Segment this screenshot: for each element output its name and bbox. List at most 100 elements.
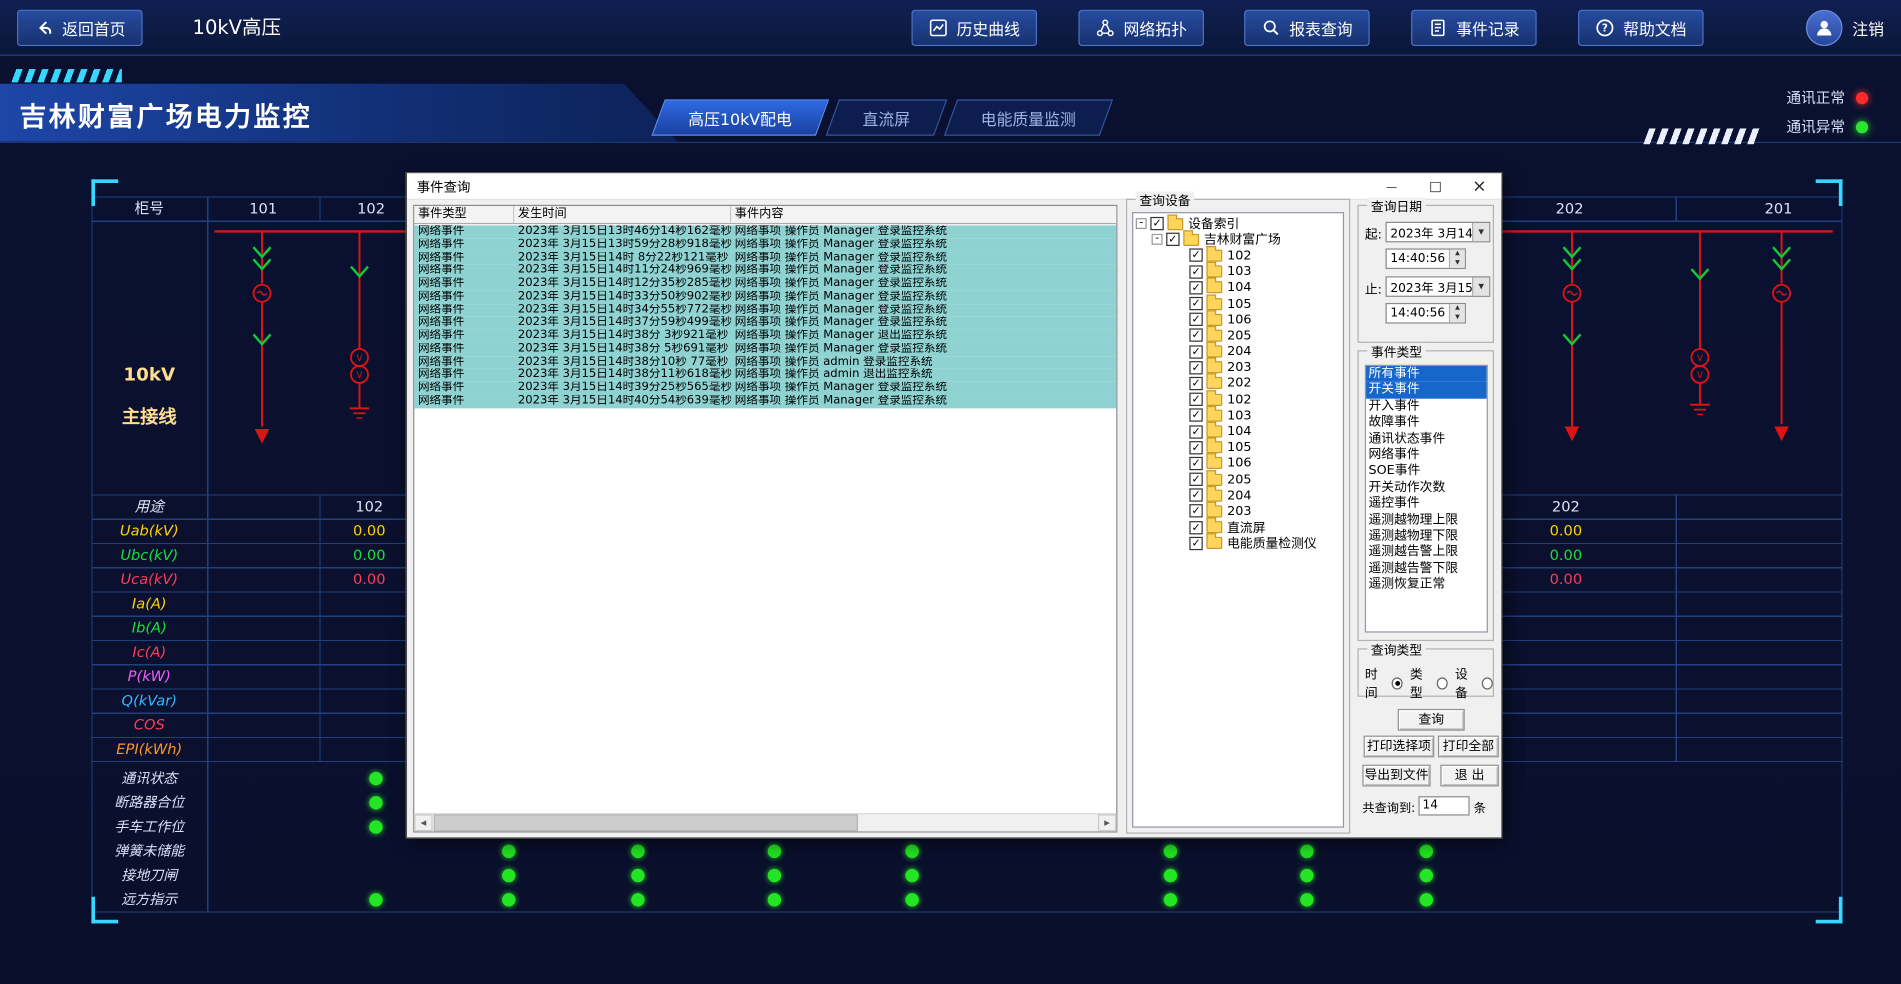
tree-item[interactable]: ✓直流屏 (1133, 519, 1343, 535)
column-header-event-content[interactable]: 事件内容 (731, 206, 1116, 223)
tree-checkbox[interactable]: ✓ (1189, 297, 1202, 310)
event-type-option[interactable]: 开关动作次数 (1366, 480, 1487, 496)
event-type-option[interactable]: 所有事件 (1366, 366, 1487, 382)
event-type-option[interactable]: 遥测越告警下限 (1366, 561, 1487, 577)
close-icon[interactable] (1457, 173, 1501, 200)
tree-checkbox[interactable]: ✓ (1189, 505, 1202, 518)
tree-item[interactable]: ✓202 (1133, 376, 1343, 392)
scrollbar-thumb[interactable] (434, 814, 858, 831)
tree-checkbox[interactable]: ✓ (1166, 233, 1179, 246)
event-type-option[interactable]: 遥测越告警上限 (1366, 544, 1487, 560)
tab-dc-screen[interactable]: 直流屏 (826, 99, 948, 135)
tree-item[interactable]: ✓106 (1133, 455, 1343, 471)
event-type-option[interactable]: 通讯状态事件 (1366, 431, 1487, 447)
nav-history-curve-button[interactable]: 历史曲线 (912, 10, 1038, 46)
tree-item[interactable]: ✓205 (1133, 471, 1343, 487)
tree-checkbox[interactable]: ✓ (1189, 329, 1202, 342)
tree-item[interactable]: ✓105 (1133, 439, 1343, 455)
event-row[interactable]: 网络事件2023年 3月15日14时12分35秒285毫秒网络事项 操作员 Ma… (414, 278, 1116, 291)
tree-checkbox[interactable]: ✓ (1189, 393, 1202, 406)
tree-item[interactable]: ✓205 (1133, 328, 1343, 344)
query-type-option[interactable]: 设备 (1455, 665, 1493, 701)
tree-item[interactable]: ✓105 (1133, 296, 1343, 312)
print-selected-button[interactable]: 打印选择项 (1364, 736, 1435, 758)
tree-checkbox[interactable]: ✓ (1189, 441, 1202, 454)
tree-item[interactable]: ✓103 (1133, 407, 1343, 423)
tree-checkbox[interactable]: ✓ (1189, 345, 1202, 358)
event-row[interactable]: 网络事件2023年 3月15日14时38分 5秒691毫秒网络事项 操作员 Ma… (414, 343, 1116, 356)
print-all-button[interactable]: 打印全部 (1438, 736, 1499, 758)
logout-button[interactable]: 注销 (1852, 16, 1884, 39)
spin-down-icon[interactable] (1450, 313, 1465, 322)
user-avatar[interactable] (1806, 10, 1843, 46)
horizontal-scrollbar[interactable] (414, 813, 1116, 831)
event-row[interactable]: 网络事件2023年 3月15日14时 8分22秒121毫秒网络事项 操作员 Ma… (414, 251, 1116, 264)
tree-item[interactable]: ✓102 (1133, 391, 1343, 407)
event-row[interactable]: 网络事件2023年 3月15日13时59分28秒918毫秒网络事项 操作员 Ma… (414, 238, 1116, 251)
tree-item[interactable]: -✓吉林财富广场 (1133, 232, 1343, 248)
event-type-option[interactable]: SOE事件 (1366, 463, 1487, 479)
tree-expander-icon[interactable]: - (1136, 218, 1147, 229)
event-row[interactable]: 网络事件2023年 3月15日14时34分55秒772毫秒网络事项 操作员 Ma… (414, 304, 1116, 317)
tree-checkbox[interactable]: ✓ (1189, 377, 1202, 390)
minimize-icon[interactable] (1370, 173, 1414, 200)
dropdown-arrow-icon[interactable] (1472, 223, 1489, 241)
tree-item[interactable]: -✓设备索引 (1133, 216, 1343, 232)
tree-item[interactable]: ✓104 (1133, 280, 1343, 296)
tree-checkbox[interactable]: ✓ (1189, 521, 1202, 534)
tree-item[interactable]: ✓104 (1133, 423, 1343, 439)
query-type-option[interactable]: 时间 (1365, 665, 1403, 701)
back-home-button[interactable]: 返回首页 (17, 10, 143, 46)
scroll-left-arrow-icon[interactable] (414, 814, 432, 831)
radio-button[interactable] (1436, 677, 1448, 689)
dropdown-arrow-icon[interactable] (1472, 278, 1489, 296)
event-row[interactable]: 网络事件2023年 3月15日14时38分10秒 77毫秒网络事项 操作员 ad… (414, 356, 1116, 369)
event-type-option[interactable]: 故障事件 (1366, 415, 1487, 431)
tree-item[interactable]: ✓电能质量检测仪 (1133, 535, 1343, 551)
to-time-spinner[interactable]: 14:40:56 (1386, 303, 1466, 324)
export-to-file-button[interactable]: 导出到文件 (1362, 765, 1430, 787)
tree-checkbox[interactable]: ✓ (1189, 473, 1202, 486)
tree-item[interactable]: ✓203 (1133, 503, 1343, 519)
column-header-event-time[interactable]: 发生时间 (514, 206, 731, 223)
event-type-option[interactable]: 遥测恢复正常 (1366, 577, 1487, 593)
nav-network-topology-button[interactable]: 网络拓扑 (1078, 10, 1204, 46)
event-type-option[interactable]: 遥控事件 (1366, 496, 1487, 512)
event-type-option[interactable]: 网络事件 (1366, 447, 1487, 463)
spin-down-icon[interactable] (1450, 259, 1465, 268)
event-row[interactable]: 网络事件2023年 3月15日14时40分54秒639毫秒网络事项 操作员 Ma… (414, 395, 1116, 408)
tree-checkbox[interactable]: ✓ (1189, 537, 1202, 550)
maximize-icon[interactable] (1414, 173, 1458, 200)
tree-checkbox[interactable]: ✓ (1189, 265, 1202, 278)
nav-report-query-button[interactable]: 报表查询 (1244, 10, 1370, 46)
event-row[interactable]: 网络事件2023年 3月15日14时11分24秒969毫秒网络事项 操作员 Ma… (414, 264, 1116, 277)
dialog-titlebar[interactable]: 事件查询 (407, 173, 1501, 200)
event-row[interactable]: 网络事件2023年 3月15日14时33分50秒902毫秒网络事项 操作员 Ma… (414, 291, 1116, 304)
tree-expander-icon[interactable]: - (1152, 234, 1163, 245)
tree-checkbox[interactable]: ✓ (1150, 217, 1163, 230)
tree-checkbox[interactable]: ✓ (1189, 489, 1202, 502)
event-type-option[interactable]: 遥测越物理下限 (1366, 528, 1487, 544)
tree-checkbox[interactable]: ✓ (1189, 249, 1202, 262)
from-date-select[interactable]: 2023年 3月14日 (1386, 222, 1491, 243)
event-row[interactable]: 网络事件2023年 3月15日14时39分25秒565毫秒网络事项 操作员 Ma… (414, 382, 1116, 395)
tab-power-quality[interactable]: 电能质量监测 (944, 99, 1113, 135)
nav-event-record-button[interactable]: 事件记录 (1411, 10, 1537, 46)
spin-up-icon[interactable] (1450, 304, 1465, 313)
tree-item[interactable]: ✓203 (1133, 360, 1343, 376)
column-header-event-type[interactable]: 事件类型 (414, 206, 514, 223)
radio-button[interactable] (1481, 677, 1493, 689)
event-type-option[interactable]: 开入事件 (1366, 398, 1487, 414)
event-row[interactable]: 网络事件2023年 3月15日13时46分14秒162毫秒网络事项 操作员 Ma… (414, 225, 1116, 238)
tree-checkbox[interactable]: ✓ (1189, 281, 1202, 294)
scroll-right-arrow-icon[interactable] (1098, 814, 1116, 831)
event-type-option[interactable]: 开关事件 (1366, 382, 1487, 398)
tree-item[interactable]: ✓106 (1133, 312, 1343, 328)
event-row[interactable]: 网络事件2023年 3月15日14时37分59秒499毫秒网络事项 操作员 Ma… (414, 317, 1116, 330)
nav-help-doc-button[interactable]: ? 帮助文档 (1578, 10, 1704, 46)
tree-checkbox[interactable]: ✓ (1189, 425, 1202, 438)
event-type-option[interactable]: 遥测越物理上限 (1366, 512, 1487, 528)
exit-button[interactable]: 退 出 (1440, 765, 1498, 787)
event-row[interactable]: 网络事件2023年 3月15日14时38分11秒618毫秒网络事项 操作员 ad… (414, 369, 1116, 382)
event-row[interactable]: 网络事件2023年 3月15日14时38分 3秒921毫秒网络事项 操作员 Ma… (414, 330, 1116, 343)
